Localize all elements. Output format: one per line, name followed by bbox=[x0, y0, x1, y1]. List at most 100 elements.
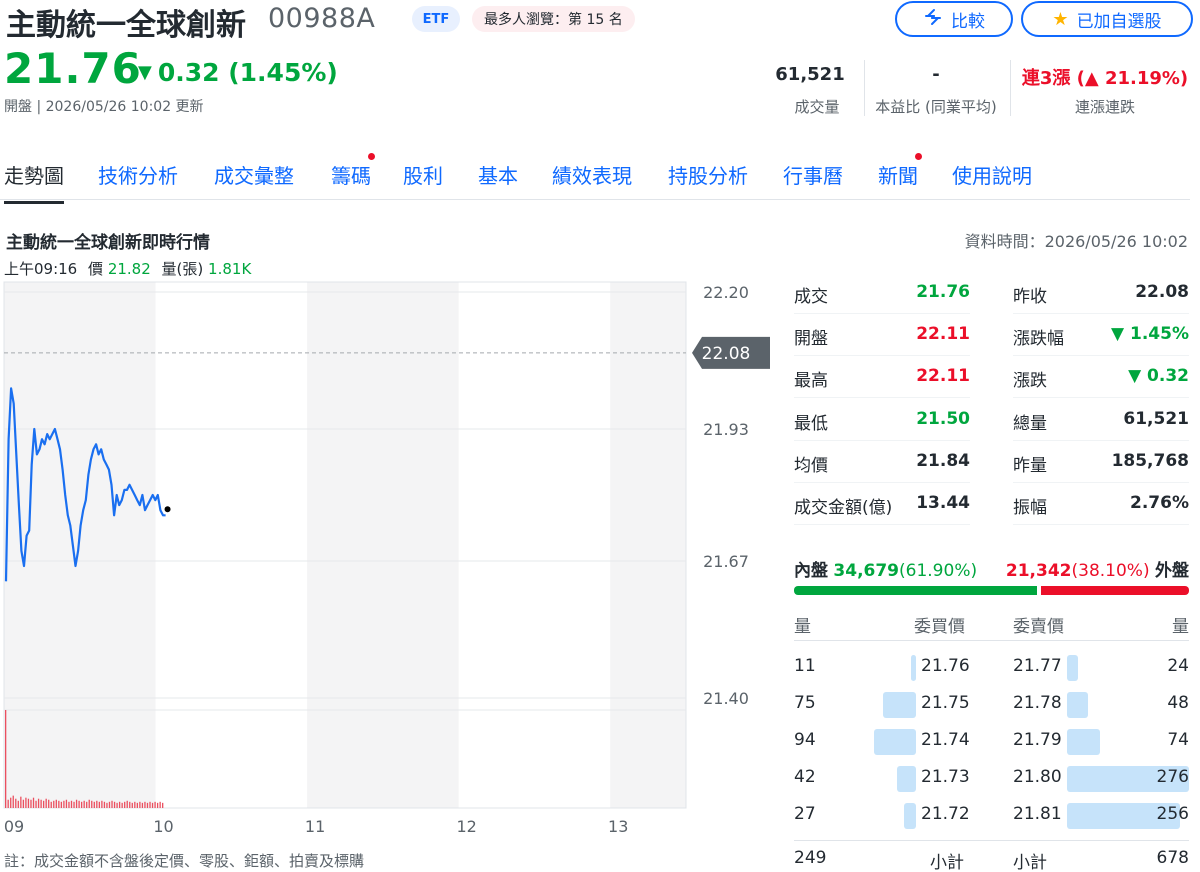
kpi-pe-value: - bbox=[932, 64, 940, 85]
outer-plate-pct: (38.10%) bbox=[1071, 561, 1150, 581]
stat-value: 21.76 bbox=[916, 282, 970, 302]
stat-label: 成交 bbox=[794, 287, 828, 307]
volume-bar bbox=[22, 799, 25, 808]
volume-bar bbox=[45, 798, 47, 808]
ask-volume-bar bbox=[1067, 692, 1089, 718]
volume-bar bbox=[50, 801, 52, 808]
tab-trade-summary[interactable]: 成交彙整 bbox=[214, 160, 294, 189]
volume-bar bbox=[83, 800, 85, 808]
stat-row-divider bbox=[794, 313, 970, 314]
volume-bar bbox=[149, 801, 151, 808]
bid-price: 21.74 bbox=[921, 730, 970, 750]
ask-price: 21.81 bbox=[1013, 804, 1062, 824]
tab-chips-new-dot bbox=[368, 153, 375, 160]
volume-bar bbox=[126, 800, 128, 808]
volume-bar bbox=[55, 799, 57, 808]
volume-bar bbox=[108, 801, 111, 808]
volume-bar bbox=[91, 800, 93, 808]
kpi-volume-label: 成交量 bbox=[794, 98, 840, 116]
stat-row-divider bbox=[794, 355, 970, 357]
kpi-volume-value: 61,521 bbox=[775, 64, 845, 85]
chart-hour-band bbox=[610, 282, 686, 808]
stat-value: 22.08 bbox=[1135, 282, 1189, 302]
volume-bar bbox=[93, 801, 95, 808]
bid-price: 21.72 bbox=[921, 804, 970, 824]
y-tick-label: 21.40 bbox=[703, 689, 749, 708]
kpi-pe-label: 本益比 (同業平均) bbox=[875, 98, 997, 116]
volume-bar bbox=[111, 800, 113, 808]
tab-basic[interactable]: 基本 bbox=[478, 160, 518, 189]
tab-chips[interactable]: 籌碼 bbox=[331, 160, 371, 189]
volume-bar bbox=[106, 802, 108, 808]
tab-technical-analysis[interactable]: 技術分析 bbox=[98, 160, 178, 189]
bid-volume-bar bbox=[904, 803, 916, 829]
stat-label: 漲跌 bbox=[1013, 371, 1047, 392]
outer-plate: 21,342(38.10%) 外盤 bbox=[1006, 556, 1189, 581]
volume-bar bbox=[129, 801, 131, 808]
orderbook-bid-price-header: 委買價 bbox=[914, 617, 965, 637]
volume-bar bbox=[88, 799, 90, 808]
stat-label: 最低 bbox=[794, 413, 828, 434]
bid-volume-bar bbox=[882, 692, 916, 718]
etf-badge: ETF bbox=[412, 6, 460, 32]
watchlist-button[interactable]: ★ 已加自選股 bbox=[1021, 1, 1193, 37]
compare-label: 比較 bbox=[951, 11, 985, 32]
stat-row-divider bbox=[1013, 355, 1189, 357]
ask-price: 21.77 bbox=[1013, 656, 1062, 676]
volume-bar bbox=[121, 802, 123, 808]
chart-hour-band bbox=[307, 282, 459, 808]
x-tick-label: 09 bbox=[4, 817, 24, 836]
outer-ratio-fill bbox=[1040, 586, 1189, 595]
volume-bar bbox=[10, 797, 12, 808]
tab-calendar[interactable]: 行事曆 bbox=[783, 160, 843, 189]
hover-price-label: 價 bbox=[88, 260, 104, 278]
stat-row-divider bbox=[1013, 439, 1189, 441]
bid-price: 21.75 bbox=[921, 693, 970, 713]
bid-volume: 42 bbox=[794, 767, 816, 787]
stat-value: 22.11 bbox=[916, 324, 970, 345]
volume-bar bbox=[98, 801, 101, 808]
stat-value: ▼ 0.32 bbox=[1128, 366, 1189, 387]
volume-bar bbox=[7, 799, 9, 808]
tab-dividend[interactable]: 股利 bbox=[403, 160, 443, 189]
stat-value: ▼ 1.45% bbox=[1111, 324, 1189, 345]
x-tick-label: 13 bbox=[608, 817, 628, 836]
orderbook-divider bbox=[794, 640, 1189, 641]
y-tick-label: 22.20 bbox=[703, 283, 749, 302]
intraday-price-chart[interactable]: 22.20 21.93 21.67 21.40 09 10 11 12 13 22.08 bbox=[0, 278, 770, 838]
volume-bar bbox=[53, 800, 55, 808]
volume-bar bbox=[78, 800, 80, 808]
stat-label: 漲跌幅 bbox=[1013, 329, 1064, 350]
bid-price: 21.73 bbox=[921, 767, 970, 787]
down-arrow-icon: ▼ bbox=[138, 62, 152, 83]
tab-performance[interactable]: 績效表現 bbox=[552, 160, 632, 189]
volume-bar bbox=[75, 799, 78, 808]
stat-label: 開盤 bbox=[794, 329, 828, 350]
orderbook-bid-volume-header: 量 bbox=[794, 617, 811, 637]
stat-row-divider bbox=[1013, 397, 1189, 399]
tab-trend-chart[interactable]: 走勢圖 bbox=[4, 160, 64, 204]
orderbook-ask-volume-header: 量 bbox=[1172, 617, 1189, 637]
kpi-streak-value: 連3漲 (▲ 21.19%) bbox=[1021, 68, 1189, 89]
volume-bar bbox=[25, 797, 27, 808]
tab-help[interactable]: 使用說明 bbox=[952, 160, 1032, 189]
stat-value: 21.50 bbox=[916, 408, 970, 429]
price-change-value: 0.32 (1.45%) bbox=[157, 58, 338, 87]
hover-volume-label: 量(張) bbox=[161, 260, 204, 278]
inner-plate: 內盤 34,679(61.90%) bbox=[794, 556, 977, 581]
bid-total: 249 bbox=[794, 848, 827, 868]
stat-value: 22.11 bbox=[916, 366, 970, 387]
volume-bar bbox=[68, 801, 70, 808]
stat-value: 185,768 bbox=[1111, 450, 1189, 471]
stat-row-divider bbox=[1013, 481, 1189, 483]
volume-bar bbox=[63, 800, 65, 808]
data-timestamp: 資料時間：2026/05/26 10:02 bbox=[964, 232, 1188, 251]
tab-holdings-analysis[interactable]: 持股分析 bbox=[668, 160, 748, 189]
volume-bar bbox=[139, 801, 141, 808]
volume-bar bbox=[17, 800, 19, 808]
ask-volume: 74 bbox=[1167, 730, 1189, 750]
volume-bar bbox=[131, 802, 133, 808]
tab-news[interactable]: 新聞 bbox=[878, 160, 918, 189]
compare-button[interactable]: 比較 bbox=[895, 1, 1013, 37]
ask-price: 21.80 bbox=[1013, 767, 1062, 787]
